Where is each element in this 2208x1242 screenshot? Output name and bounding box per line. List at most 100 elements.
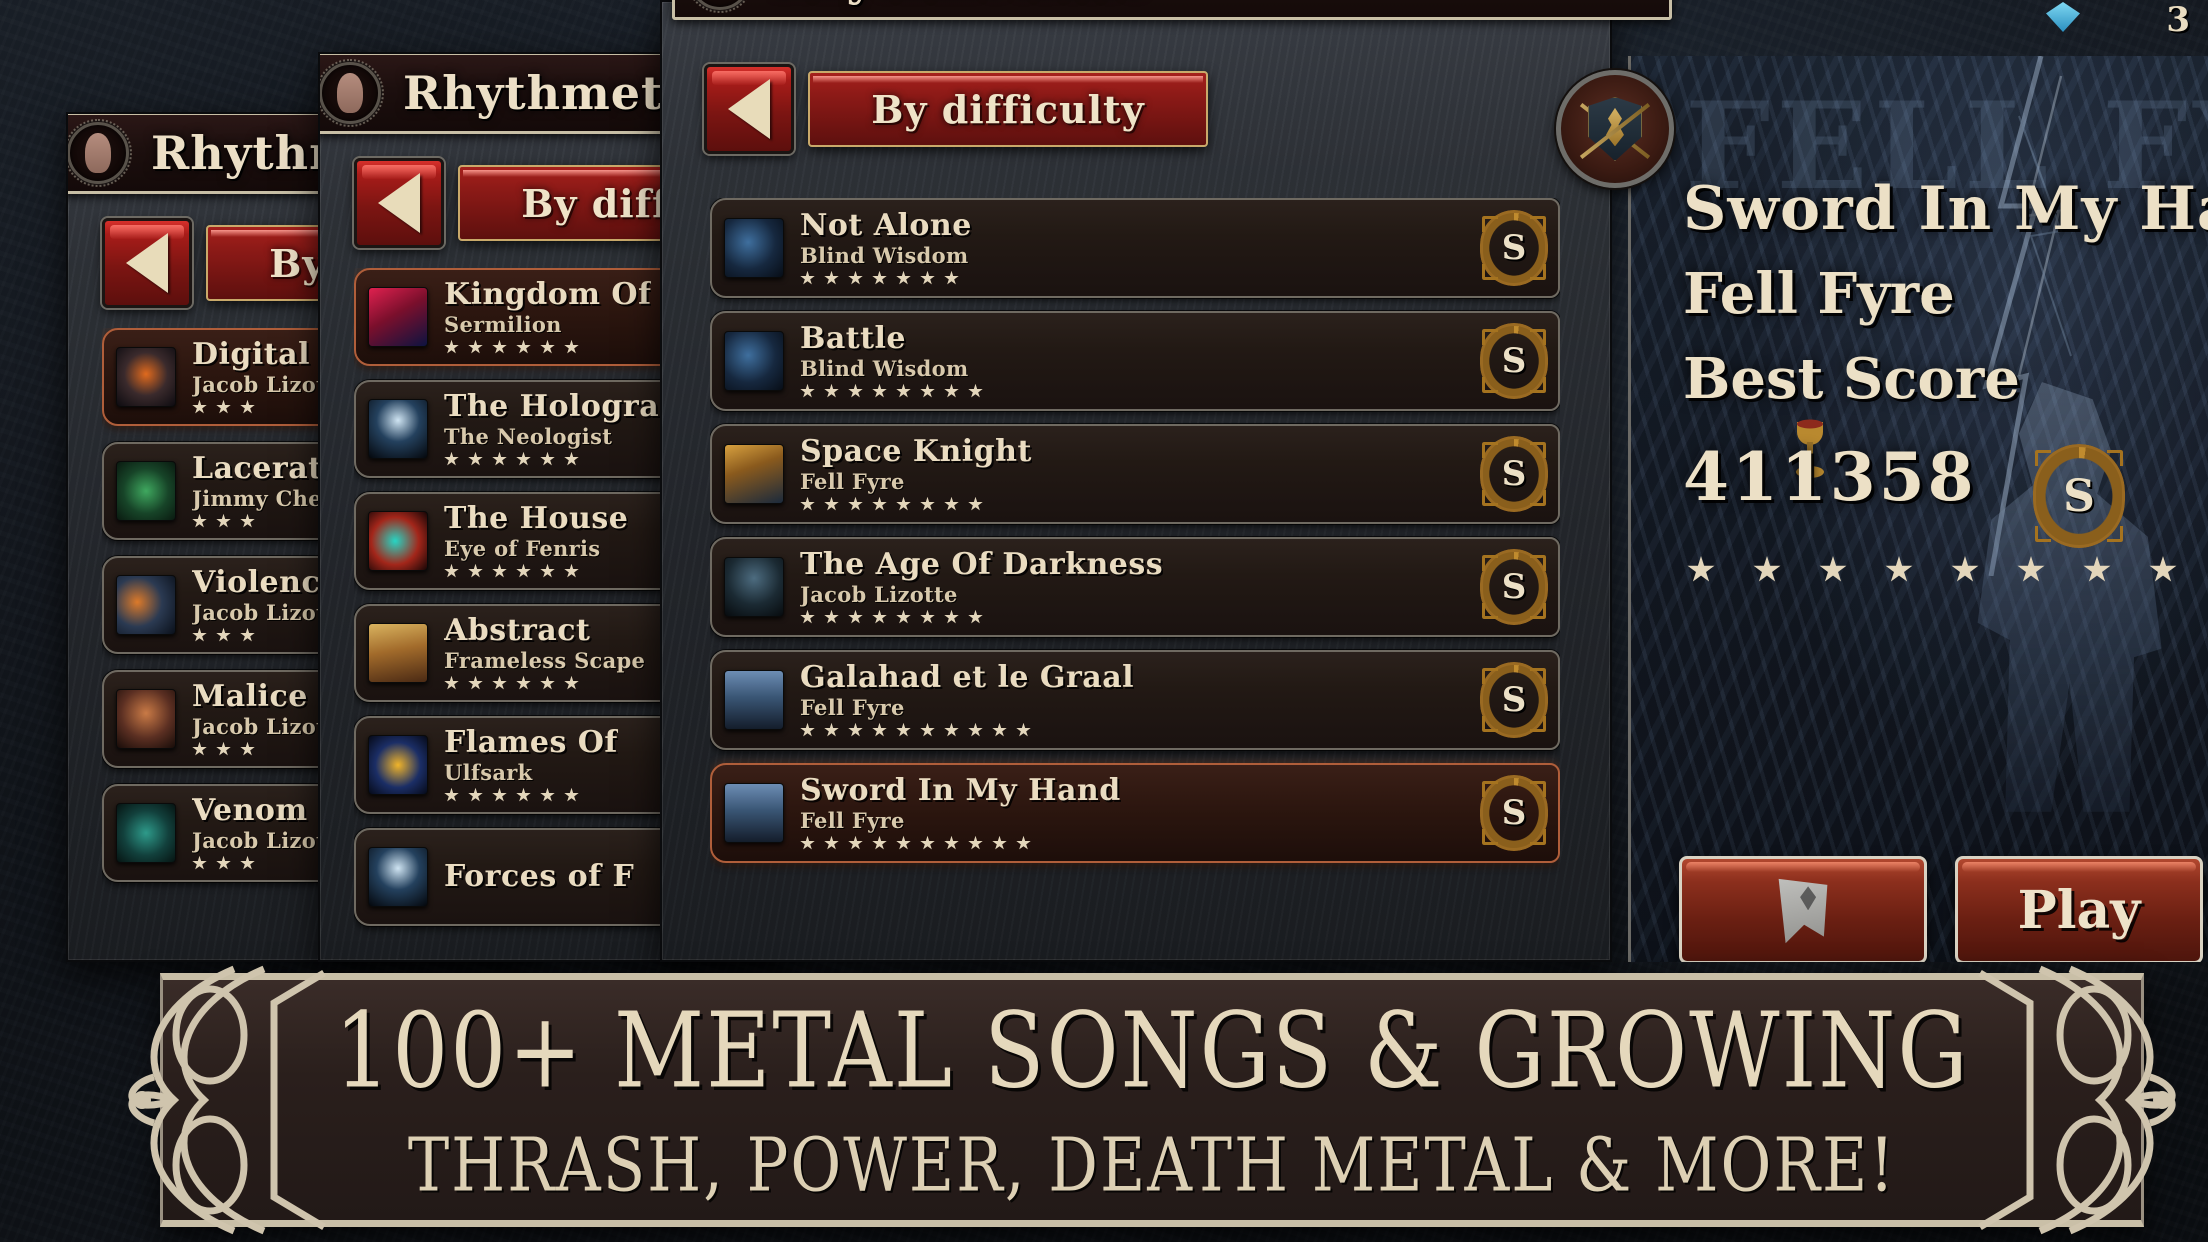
star-icon (540, 339, 555, 354)
song-row[interactable]: Space Knight Fell Fyre S (710, 424, 1560, 524)
star-icon (564, 563, 579, 578)
avatar[interactable] (320, 59, 384, 127)
detail-song-title: Sword In My Hand (1683, 174, 2208, 244)
song-title: The Hologram (444, 391, 692, 425)
star-icon (968, 496, 983, 511)
detail-star-rating (1687, 556, 2177, 584)
star-icon (800, 609, 815, 624)
star-icon (468, 675, 483, 690)
star-icon (920, 270, 935, 285)
album-cover (724, 557, 784, 617)
song-detail-panel: FELL FYRE Sword In My Hand Fell Fyre Bes… (1628, 56, 2208, 962)
star-icon (848, 609, 863, 624)
star-icon (1885, 556, 1913, 582)
star-rating (444, 787, 618, 803)
song-title: Forces of F (444, 861, 635, 893)
star-icon (824, 270, 839, 285)
banner-flag-icon (1778, 878, 1828, 944)
song-row[interactable]: Not Alone Blind Wisdom S (710, 198, 1560, 298)
star-icon (216, 855, 231, 870)
album-cover (724, 331, 784, 391)
star-icon (872, 383, 887, 398)
toolbar-front: By difficulty (704, 64, 1208, 154)
star-icon (968, 722, 983, 737)
star-rating (444, 563, 628, 579)
back-button-mid[interactable] (354, 158, 444, 248)
sort-tab-front[interactable]: By difficulty (808, 71, 1208, 147)
star-rating (800, 383, 983, 399)
star-icon (192, 513, 207, 528)
song-artist: Ulfsark (444, 759, 533, 785)
avatar[interactable] (68, 119, 132, 187)
star-icon (240, 741, 255, 756)
song-artist: Sermilion (444, 311, 562, 337)
song-row[interactable]: The Age Of Darkness Jacob Lizotte S (710, 537, 1560, 637)
star-icon (896, 722, 911, 737)
star-icon (240, 513, 255, 528)
rank-badge: S (1480, 549, 1548, 625)
song-row[interactable]: Sword In My Hand Fell Fyre S (710, 763, 1560, 863)
star-icon (240, 399, 255, 414)
rank-letter: S (1501, 793, 1527, 833)
star-icon (492, 563, 507, 578)
star-icon (216, 627, 231, 642)
song-title: Kingdom Of (444, 279, 652, 313)
album-cover (368, 847, 428, 907)
star-icon (992, 835, 1007, 850)
window-title-front: Rhythmetallic (773, 0, 1149, 6)
star-icon (2017, 556, 2045, 582)
star-icon (800, 496, 815, 511)
chevron-left-icon (378, 173, 420, 233)
chevron-left-icon (126, 233, 168, 293)
heraldic-crest-icon[interactable] (1556, 70, 1674, 188)
star-icon (872, 609, 887, 624)
best-score-value: 411358 (1683, 438, 1977, 516)
back-button-front[interactable] (704, 64, 794, 154)
star-icon (848, 496, 863, 511)
star-icon (920, 609, 935, 624)
song-meta: The House Eye of Fenris (444, 503, 628, 579)
avatar-bust-icon (85, 133, 111, 173)
star-icon (216, 741, 231, 756)
promo-banner: 100+ METAL SONGS & GROWING THRASH, POWER… (128, 963, 2176, 1237)
star-icon (896, 609, 911, 624)
song-title: Galahad et le Graal (800, 662, 1135, 696)
album-cover (116, 461, 176, 521)
star-icon (444, 339, 459, 354)
star-icon (516, 563, 531, 578)
star-icon (1016, 722, 1031, 737)
star-icon (444, 675, 459, 690)
star-icon (516, 787, 531, 802)
album-cover (116, 347, 176, 407)
star-icon (824, 496, 839, 511)
star-icon (2149, 556, 2177, 582)
back-button-back[interactable] (102, 218, 192, 308)
star-icon (968, 835, 983, 850)
album-cover (368, 287, 428, 347)
song-artist: Fell Fyre (800, 807, 905, 833)
song-meta: The Age Of Darkness Jacob Lizotte (800, 549, 1163, 625)
promo-line-2: THRASH, POWER, DEATH METAL & MORE! (407, 1120, 1897, 1209)
star-icon (824, 609, 839, 624)
star-icon (944, 835, 959, 850)
play-button[interactable]: Play (1955, 856, 2203, 962)
song-artist: Blind Wisdom (800, 355, 969, 381)
star-icon (2083, 556, 2111, 582)
star-icon (944, 270, 959, 285)
star-icon (240, 627, 255, 642)
star-icon (944, 496, 959, 511)
song-row[interactable]: Battle Blind Wisdom S (710, 311, 1560, 411)
star-icon (516, 451, 531, 466)
banner-button[interactable] (1679, 856, 1927, 962)
song-title: Abstract (444, 615, 591, 649)
song-row[interactable]: Galahad et le Graal Fell Fyre S (710, 650, 1560, 750)
star-icon (564, 339, 579, 354)
song-list-front[interactable]: Not Alone Blind Wisdom S Battle Blind Wisdom… (710, 198, 1560, 958)
rank-badge: S (1480, 323, 1548, 399)
star-icon (968, 383, 983, 398)
game-screen: 3 Rhythmetallic By difficulty DigitalJac… (0, 0, 2208, 1242)
promo-banner-text: 100+ METAL SONGS & GROWING THRASH, POWER… (132, 963, 2172, 1237)
avatar[interactable] (686, 0, 754, 13)
star-icon (920, 496, 935, 511)
star-icon (492, 675, 507, 690)
